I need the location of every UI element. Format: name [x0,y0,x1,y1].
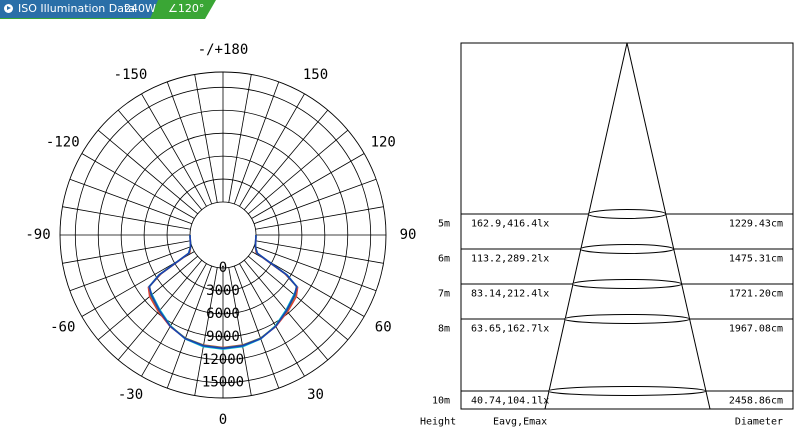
cone-section-ellipse [571,279,683,289]
row-height: 7m [438,289,450,300]
column-header-diameter: Diameter [735,417,783,428]
polar-spoke [239,263,305,377]
angle-tick-label: 60 [375,320,392,336]
polar-spoke [239,93,305,207]
cone-section-ellipse [563,314,691,324]
polar-spoke [62,240,191,264]
polar-spoke [248,129,349,215]
row-eavg-emax: 113.2,289.2lx [471,254,549,265]
row-height: 10m [432,396,450,407]
polar-spoke [141,93,207,207]
chart-area: 0 3000 6000 9000 12000 15000 -/+180 150 -150 120 -… [25,42,794,428]
row-eavg-emax: 83.14,212.4lx [471,289,549,300]
row-diameter: 1229.43cm [729,219,783,230]
polar-spoke [97,255,198,341]
row-eavg-emax: 63.65,162.7lx [471,324,549,335]
polar-spoke [81,153,195,219]
angle-tick-label: 0 [219,412,227,428]
polar-inner-circle [189,201,257,269]
polar-spoke [117,109,203,210]
cone-left-edge [544,42,628,410]
polar-spoke [233,81,280,205]
polar-spoke [166,265,213,389]
angle-tick-label: 30 [307,387,324,403]
radial-tick-label: 9000 [206,329,240,345]
cone-section-ellipse [579,244,675,254]
polar-spoke [251,153,365,219]
angle-tick-label: -30 [118,387,143,403]
row-diameter: 1967.08cm [729,324,783,335]
row-diameter: 2458.86cm [729,396,783,407]
angle-tick-label: 150 [303,67,328,83]
polar-spoke [228,74,252,203]
cone-right-edge [626,42,711,410]
row-height: 5m [438,219,450,230]
angle-tick-label: -150 [114,67,148,83]
row-height: 6m [438,254,450,265]
angle-tick-label: 90 [400,227,417,243]
row-eavg-emax: 40.74,104.1lx [471,396,549,407]
polar-spoke [141,263,207,377]
cone-section-ellipse [547,386,707,396]
polar-spoke [194,74,218,203]
angle-tick-label: 120 [371,135,396,151]
row-height: 8m [438,324,450,335]
polar-spoke [253,178,377,225]
polar-spoke [255,240,384,264]
radial-tick-label: 12000 [202,352,244,368]
angle-tick-label: -90 [25,227,50,243]
angle-tick-label: -/+180 [198,42,249,58]
polar-spoke [97,129,198,215]
polar-spoke [243,109,329,210]
polar-spoke [166,81,213,205]
polar-spoke [253,245,377,292]
column-header-height: Height [420,417,456,428]
polar-spoke [233,265,280,389]
polar-spoke [248,255,349,341]
radial-tick-label: 15000 [202,375,244,391]
polar-spoke [69,245,193,292]
row-diameter: 1721.20cm [729,289,783,300]
row-diameter: 1475.31cm [729,254,783,265]
column-header-eavg-emax: Eavg,Emax [493,417,547,428]
radial-tick-label: 3000 [206,283,240,299]
polar-spoke [69,178,193,225]
radial-tick-label: 6000 [206,306,240,322]
angle-tick-label: -120 [46,135,80,151]
row-eavg-emax: 162.9,416.4lx [471,219,549,230]
polar-spoke [255,206,384,230]
radial-tick-label: 0 [219,260,227,276]
cone-section-ellipse [587,209,667,219]
angle-tick-label: -60 [50,320,75,336]
polar-spoke [62,206,191,230]
